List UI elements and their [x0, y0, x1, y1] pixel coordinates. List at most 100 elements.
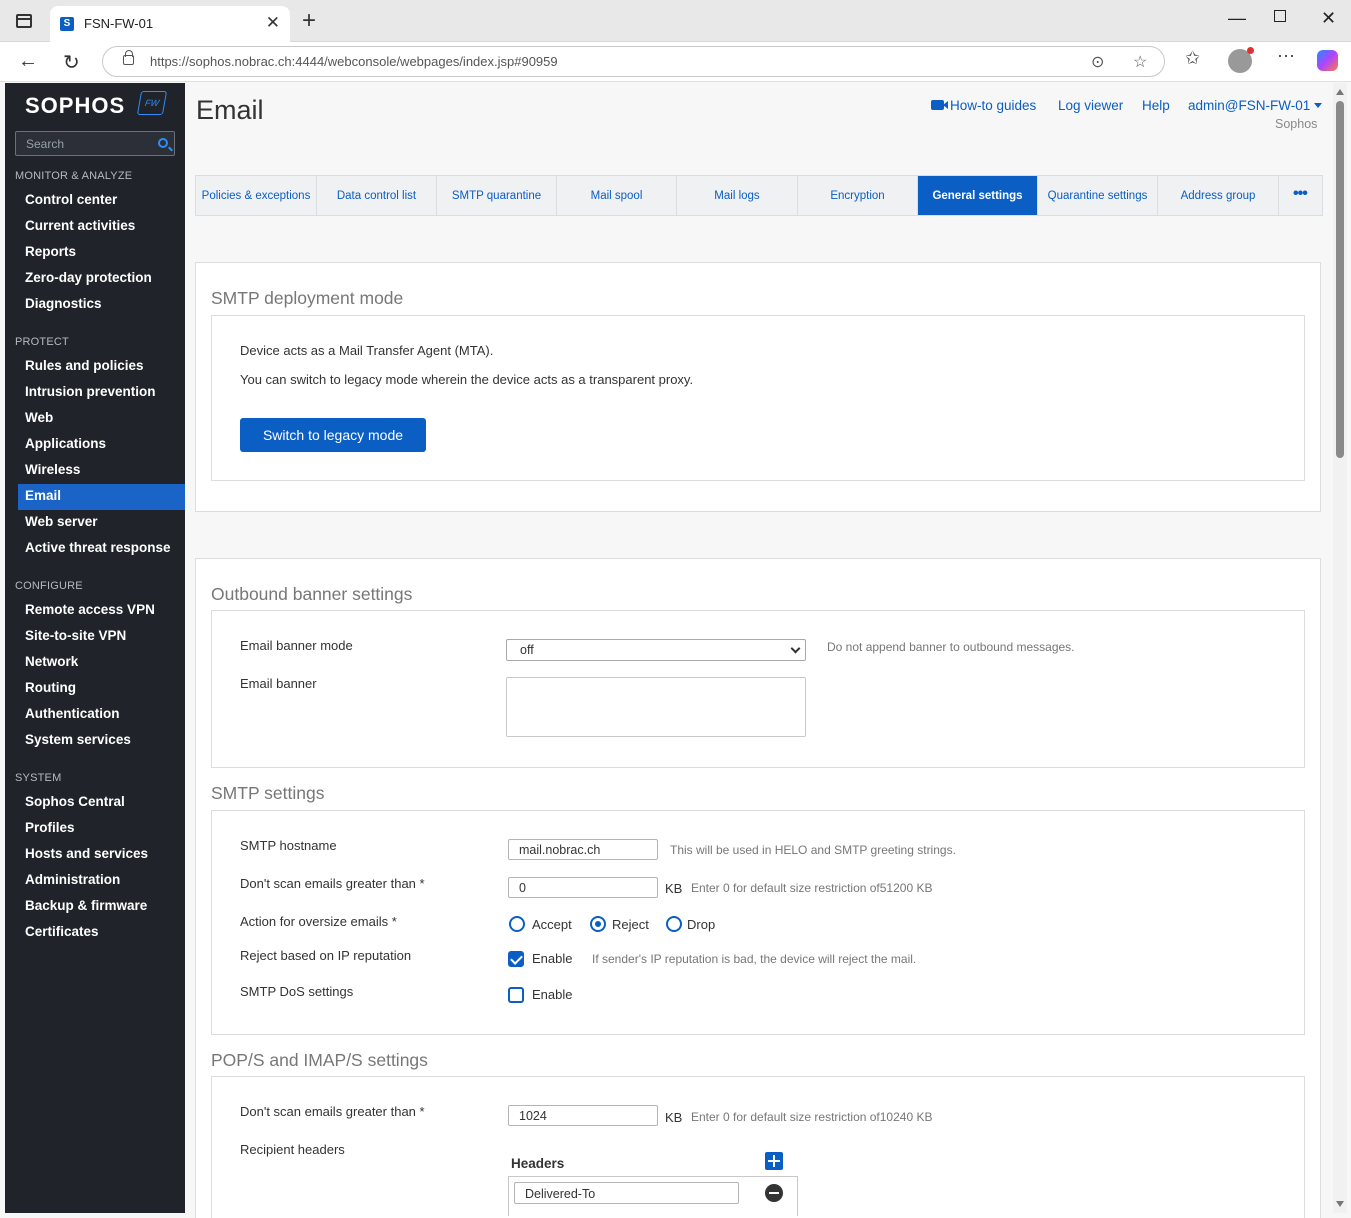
oversize-drop-radio[interactable]	[666, 916, 682, 932]
lock-icon[interactable]	[123, 50, 134, 65]
sidebar-item-current-activities[interactable]: Current activities	[18, 214, 185, 240]
remove-header-minus-icon[interactable]	[765, 1184, 783, 1202]
how-to-guides-link[interactable]: How-to guides	[950, 98, 1036, 113]
banner-textarea[interactable]	[506, 677, 806, 737]
tab-policies-exceptions[interactable]: Policies & exceptions	[196, 176, 317, 215]
sidebar: SOPHOS FW Search MONITOR & ANALYZE Contr…	[5, 83, 185, 1213]
page-scrollbar[interactable]	[1333, 83, 1347, 1213]
sidebar-item-reports[interactable]: Reports	[18, 240, 185, 266]
smtp-dos-label: SMTP DoS settings	[240, 984, 354, 999]
favorites-icon[interactable]: ✩	[1185, 48, 1200, 69]
reload-icon[interactable]: ↻	[63, 50, 80, 75]
reading-view-icon[interactable]: ⊙	[1091, 52, 1104, 72]
scroll-down-arrow-icon[interactable]	[1336, 1201, 1344, 1207]
smtp-maxsize-input[interactable]: 0	[508, 877, 658, 898]
sidebar-item-diagnostics[interactable]: Diagnostics	[18, 292, 185, 318]
section-monitor-analyze: MONITOR & ANALYZE	[15, 170, 133, 182]
sidebar-item-remote-access-vpn[interactable]: Remote access VPN	[18, 598, 185, 624]
tab-smtp-quarantine[interactable]: SMTP quarantine	[437, 176, 557, 215]
tab-quarantine-settings[interactable]: Quarantine settings	[1038, 176, 1158, 215]
header-input[interactable]: Delivered-To	[514, 1182, 739, 1204]
sidebar-item-wireless[interactable]: Wireless	[18, 458, 185, 484]
switch-legacy-mode-button[interactable]: Switch to legacy mode	[240, 418, 426, 452]
sidebar-item-profiles[interactable]: Profiles	[18, 816, 185, 842]
sidebar-item-certificates[interactable]: Certificates	[18, 920, 185, 946]
banner-mode-select[interactable]: off	[506, 639, 806, 661]
sidebar-item-active-threat-response[interactable]: Active threat response	[18, 536, 185, 562]
tab-mail-logs[interactable]: Mail logs	[677, 176, 798, 215]
oversize-accept-radio[interactable]	[509, 916, 525, 932]
smtp-maxsize-unit: KB	[665, 881, 683, 896]
sidebar-item-sophos-central[interactable]: Sophos Central	[18, 790, 185, 816]
sidebar-item-web-server[interactable]: Web server	[18, 510, 185, 536]
smtp-dos-checkbox[interactable]	[508, 987, 524, 1003]
oversize-accept-label[interactable]: Accept	[532, 917, 572, 932]
sidebar-item-intrusion-prevention[interactable]: Intrusion prevention	[18, 380, 185, 406]
chevron-down-icon[interactable]	[790, 643, 801, 654]
tab-address-group[interactable]: Address group	[1158, 176, 1279, 215]
scroll-thumb[interactable]	[1336, 101, 1344, 458]
sidebar-item-email[interactable]: Email	[18, 484, 185, 510]
search-icon[interactable]	[158, 138, 168, 148]
sidebar-item-network[interactable]: Network	[18, 650, 185, 676]
tab-general-settings[interactable]: General settings	[918, 176, 1038, 215]
profile-avatar-icon[interactable]	[1228, 47, 1254, 73]
window-close-icon[interactable]: ✕	[1321, 8, 1336, 29]
user-name[interactable]: admin@FSN-FW-01	[1188, 98, 1310, 113]
close-tab-icon[interactable]: ✕	[266, 13, 280, 33]
sidebar-item-system-services[interactable]: System services	[18, 728, 185, 754]
help-link[interactable]: Help	[1142, 98, 1170, 113]
pop-maxsize-label: Don't scan emails greater than *	[240, 1104, 425, 1119]
banner-label: Email banner	[240, 676, 317, 691]
sidebar-item-applications[interactable]: Applications	[18, 432, 185, 458]
sidebar-item-control-center[interactable]: Control center	[18, 188, 185, 214]
sidebar-item-site-to-site-vpn[interactable]: Site-to-site VPN	[18, 624, 185, 650]
back-icon[interactable]: ←	[18, 50, 38, 73]
smtp-hostname-input[interactable]: mail.nobrac.ch	[508, 839, 658, 860]
sidebar-item-backup-firmware[interactable]: Backup & firmware	[18, 894, 185, 920]
browser-tab[interactable]: S FSN-FW-01 ✕	[50, 6, 290, 42]
log-viewer-link[interactable]: Log viewer	[1058, 98, 1123, 113]
sidebar-item-authentication[interactable]: Authentication	[18, 702, 185, 728]
tab-actions-icon[interactable]	[16, 14, 32, 28]
sidebar-search-input[interactable]: Search	[15, 131, 175, 156]
sidebar-item-hosts-and-services[interactable]: Hosts and services	[18, 842, 185, 868]
ip-reputation-checkbox[interactable]	[508, 951, 524, 967]
sidebar-item-routing[interactable]: Routing	[18, 676, 185, 702]
oversize-reject-radio[interactable]	[590, 916, 606, 932]
add-header-plus-icon[interactable]	[765, 1152, 783, 1170]
banner-mode-value: off	[520, 643, 534, 657]
copilot-icon[interactable]	[1317, 50, 1338, 71]
more-tabs-icon[interactable]: •••	[1293, 185, 1308, 203]
oversize-reject-label[interactable]: Reject	[612, 917, 649, 932]
minimize-icon[interactable]: —	[1228, 8, 1246, 29]
maximize-icon[interactable]	[1274, 10, 1286, 22]
video-icon[interactable]	[931, 100, 948, 110]
oversize-drop-label[interactable]: Drop	[687, 917, 715, 932]
ip-reputation-enable-label[interactable]: Enable	[532, 951, 572, 966]
smtp-dos-enable-label[interactable]: Enable	[532, 987, 572, 1002]
oversize-label: Action for oversize emails *	[240, 914, 397, 929]
sidebar-item-web[interactable]: Web	[18, 406, 185, 432]
deployment-box	[211, 315, 1305, 481]
caret-down-icon[interactable]	[1314, 103, 1323, 108]
organization-name: Sophos	[1275, 117, 1318, 131]
section-configure: CONFIGURE	[15, 580, 83, 592]
tab-data-control-list[interactable]: Data control list	[317, 176, 437, 215]
pop-maxsize-input[interactable]: 1024	[508, 1105, 658, 1126]
firewall-badge: FW	[136, 91, 168, 115]
tab-encryption[interactable]: Encryption	[798, 176, 918, 215]
sidebar-item-administration[interactable]: Administration	[18, 868, 185, 894]
scroll-up-arrow-icon[interactable]	[1336, 89, 1344, 95]
pop-imap-title: POP/S and IMAP/S settings	[211, 1050, 428, 1070]
address-bar[interactable]: https://sophos.nobrac.ch:4444/webconsole…	[102, 46, 1165, 77]
sidebar-item-rules-and-policies[interactable]: Rules and policies	[18, 354, 185, 380]
new-tab-icon[interactable]: +	[302, 8, 316, 34]
more-options-icon[interactable]: ⋯	[1277, 46, 1295, 67]
url-text[interactable]: https://sophos.nobrac.ch:4444/webconsole…	[150, 54, 558, 69]
tab-mail-spool[interactable]: Mail spool	[557, 176, 677, 215]
sidebar-item-zero-day-protection[interactable]: Zero-day protection	[18, 266, 185, 292]
favorite-star-icon[interactable]: ☆	[1133, 52, 1147, 72]
deployment-line2: You can switch to legacy mode wherein th…	[240, 372, 694, 387]
user-menu[interactable]: admin@FSN-FW-01	[1188, 98, 1323, 113]
